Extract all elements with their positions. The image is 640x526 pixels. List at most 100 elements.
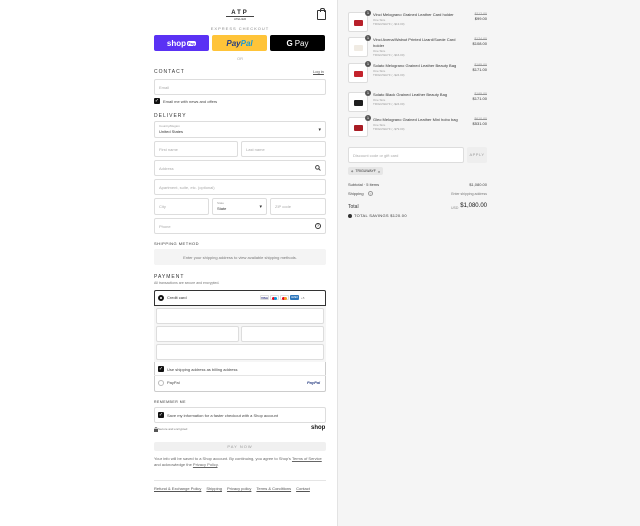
remember-me-label: Save my information for a faster checkou… [167,413,278,418]
product-swatch [354,125,363,131]
terms-link[interactable]: Terms of Service [292,456,322,461]
shop-pay-button[interactable]: shop Pay [154,35,209,51]
total-value: $1,080.00 [460,203,487,209]
brand-logo[interactable]: ATP ATELIER [226,10,254,21]
tag-icon: ◈ [351,169,354,173]
remember-me-checkbox[interactable]: ✓ [158,412,164,418]
help-icon[interactable]: ? [315,223,321,229]
footer-link-privacy[interactable]: Privacy policy [227,486,251,491]
item-name: Solato Melograno Grained Leather Beauty … [373,63,457,68]
city-placeholder: City [159,204,166,209]
state-label: State [217,201,225,205]
amex-icon: AMEX [290,295,299,300]
currency-label: USD [451,206,459,210]
item-sale-price: $171.00 [472,96,487,101]
item-discount-code: TRIGUWAYF ( -$13.00) [373,22,405,26]
last-name-placeholder: Last name [246,146,265,152]
google-pay-text: Pay [294,38,309,48]
product-swatch [354,45,363,51]
product-swatch [354,20,363,26]
footer-link-shipping[interactable]: Shipping [206,486,222,491]
mastercard-icon [280,295,289,300]
item-sale-price: $108.00 [472,41,487,46]
remove-discount-icon[interactable]: × [378,169,380,174]
secure-label: Secure and encrypted [158,427,188,431]
total-savings-text: TOTAL SAVINGS $120.00 [354,213,407,218]
shop-logo: shop [311,425,326,431]
email-field[interactable]: Email [154,79,326,95]
country-select[interactable]: Country/Region United States ▾ [154,121,326,138]
item-details: Vinci Melograno Grained Leather Card hol… [373,12,466,26]
discount-tag: ◈ TRIGUWAYF × [348,167,384,175]
news-checkbox[interactable]: ✓ [154,98,160,104]
paypal-radio[interactable] [158,380,164,386]
item-details: Vinci Avena/Walnut Printed Lizard/Suede … [373,37,466,57]
legal-text-b: and acknowledge the [154,462,193,467]
shipping-method-title: SHIPPING METHOD [154,241,200,246]
pay-now-button[interactable]: PAY NOW [154,442,326,451]
address-placeholder: Address [159,165,174,171]
discount-code-input[interactable]: Discount code or gift card [348,147,464,163]
item-quantity-badge: 1 [365,115,371,121]
paypal-text-a: Pay [226,38,241,48]
or-divider: OR [237,56,243,61]
divider [154,375,326,376]
contact-title: CONTACT [154,69,185,75]
city-field[interactable]: City [154,198,209,215]
footer-link-terms[interactable]: Terms & Conditions [256,486,291,491]
footer-link-contact[interactable]: Contact [296,486,310,491]
product-swatch [354,71,363,77]
privacy-link[interactable]: Privacy Policy [193,462,218,467]
paypal-text-b: Pal [240,38,253,48]
state-value: State [217,206,227,211]
maestro-icon [270,295,279,300]
item-name: Vinci Avena/Walnut Printed Lizard/Suede … [373,37,456,48]
item-discount-code: TRIGUWAYF ( -$16.00) [373,53,405,57]
item-details: Solato Black Grained Leather Beauty Bag O… [373,92,466,106]
item-quantity-badge: 1 [365,61,371,67]
phone-field[interactable]: Phone ? [154,218,326,234]
shipping-help-icon[interactable]: ? [368,191,373,196]
news-label: Email me with news and offers [163,99,218,104]
apply-discount-button[interactable]: APPLY [467,147,487,163]
state-select[interactable]: State State ▾ [212,198,267,215]
footer-divider [154,480,326,481]
item-quantity-badge: 1 [365,90,371,96]
apartment-field[interactable]: Apartment, suite, etc. (optional) [154,179,326,195]
zip-field[interactable]: ZIP code [270,198,326,215]
first-name-placeholder: First name [159,146,178,152]
item-sale-price: $171.00 [472,67,487,72]
country-value: United States [159,129,184,134]
order-summary-panel: Discount code or gift card APPLY ◈ TRIGU… [337,0,640,526]
card-cvv-field[interactable] [241,326,324,342]
billing-same-checkbox[interactable]: ✓ [158,366,164,372]
legal-text: Your info will be saved to a Shop accoun… [154,456,326,468]
card-name-field[interactable] [156,344,324,360]
paypal-express-button[interactable]: Pay Pal [212,35,267,51]
footer-links: Refund & Exchange Policy Shipping Privac… [154,486,315,491]
item-price: $195.00 $171.00 [466,92,487,101]
subtotal-label: Subtotal · 5 items [348,182,380,187]
login-link[interactable]: Log in [313,69,324,74]
last-name-field[interactable]: Last name [241,141,326,157]
item-price: $112.00 $99.00 [466,12,487,21]
payment-title: PAYMENT [154,274,185,280]
cart-bag-icon[interactable] [317,8,326,20]
item-price: $195.00 $171.00 [466,63,487,72]
credit-card-radio[interactable] [158,295,164,301]
address-field[interactable]: Address [154,160,326,176]
card-expiry-field[interactable] [156,326,239,342]
shop-pay-badge: Pay [186,40,197,46]
country-label: Country/Region [159,124,180,128]
google-pay-button[interactable]: G Pay [270,35,325,51]
item-discount-code: TRIGUWAYF ( -$24.00) [373,102,405,106]
item-price: $124.00 $108.00 [466,37,487,46]
discount-placeholder: Discount code or gift card [353,152,399,158]
first-name-field[interactable]: First name [154,141,238,157]
footer-link-refund[interactable]: Refund & Exchange Policy [154,486,201,491]
item-name: Gleo Melograno Grained Leather Mini hobo… [373,117,458,122]
visa-icon: VISA [260,295,269,300]
checkout-form-panel: ATP ATELIER EXPRESS CHECKOUT shop Pay Pay… [0,0,337,526]
paypal-logo: PayPal [307,380,321,385]
card-number-field[interactable] [156,308,324,324]
